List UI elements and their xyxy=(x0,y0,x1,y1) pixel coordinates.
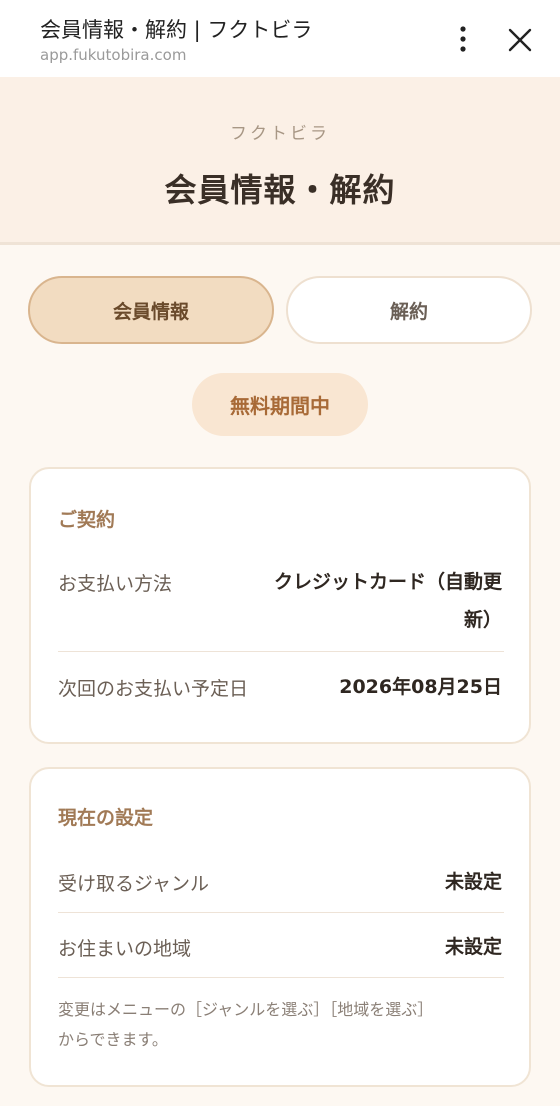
row-divider xyxy=(58,977,504,978)
region-value: 未設定 xyxy=(444,936,502,958)
more-vert-icon[interactable] xyxy=(450,24,476,54)
row-divider xyxy=(58,912,504,913)
tab-bar: 会員情報 解約 xyxy=(28,276,532,344)
close-icon[interactable] xyxy=(506,26,534,54)
row-divider xyxy=(58,651,504,652)
next-payment-label: 次回のお支払い予定日 xyxy=(58,678,249,700)
page-title: 会員情報・解約 xyxy=(164,171,396,209)
tab-member-info[interactable]: 会員情報 xyxy=(28,276,274,344)
settings-heading: 現在の設定 xyxy=(58,807,154,829)
browser-toolbar: 会員情報・解約 | フクトビラ app.fukutobira.com xyxy=(0,0,560,77)
region-label: お住まいの地域 xyxy=(58,938,192,960)
genre-value: 未設定 xyxy=(444,871,502,893)
settings-note: 変更はメニューの［ジャンルを選ぶ］［地域を選ぶ］ からできます。 xyxy=(58,995,508,1055)
contract-card: ご契約 お支払い方法 クレジットカード（自動更 新） 次回のお支払い予定日 20… xyxy=(29,467,531,744)
payment-method-value: クレジットカード（自動更 新） xyxy=(274,563,502,639)
contract-heading: ご契約 xyxy=(58,509,116,531)
settings-note-line1: 変更はメニューの［ジャンルを選ぶ］［地域を選ぶ］ xyxy=(58,1000,434,1019)
settings-card: 現在の設定 受け取るジャンル 未設定 お住まいの地域 未設定 変更はメニューの［… xyxy=(29,767,531,1087)
status-badge: 無料期間中 xyxy=(192,373,368,436)
tab-cancel[interactable]: 解約 xyxy=(286,276,532,344)
payment-method-value-line1: クレジットカード（自動更 xyxy=(273,571,502,593)
payment-method-value-line2: 新） xyxy=(463,609,502,631)
browser-url[interactable]: app.fukutobira.com xyxy=(40,46,186,64)
next-payment-value: 2026年08月25日 xyxy=(339,676,502,698)
genre-label: 受け取るジャンル xyxy=(58,873,210,895)
brand-name: フクトビラ xyxy=(230,124,330,144)
settings-note-line2: からできます。 xyxy=(58,1030,168,1049)
page-header: フクトビラ 会員情報・解約 xyxy=(0,77,560,245)
payment-method-label: お支払い方法 xyxy=(58,573,173,595)
browser-page-title: 会員情報・解約 | フクトビラ xyxy=(40,18,313,42)
